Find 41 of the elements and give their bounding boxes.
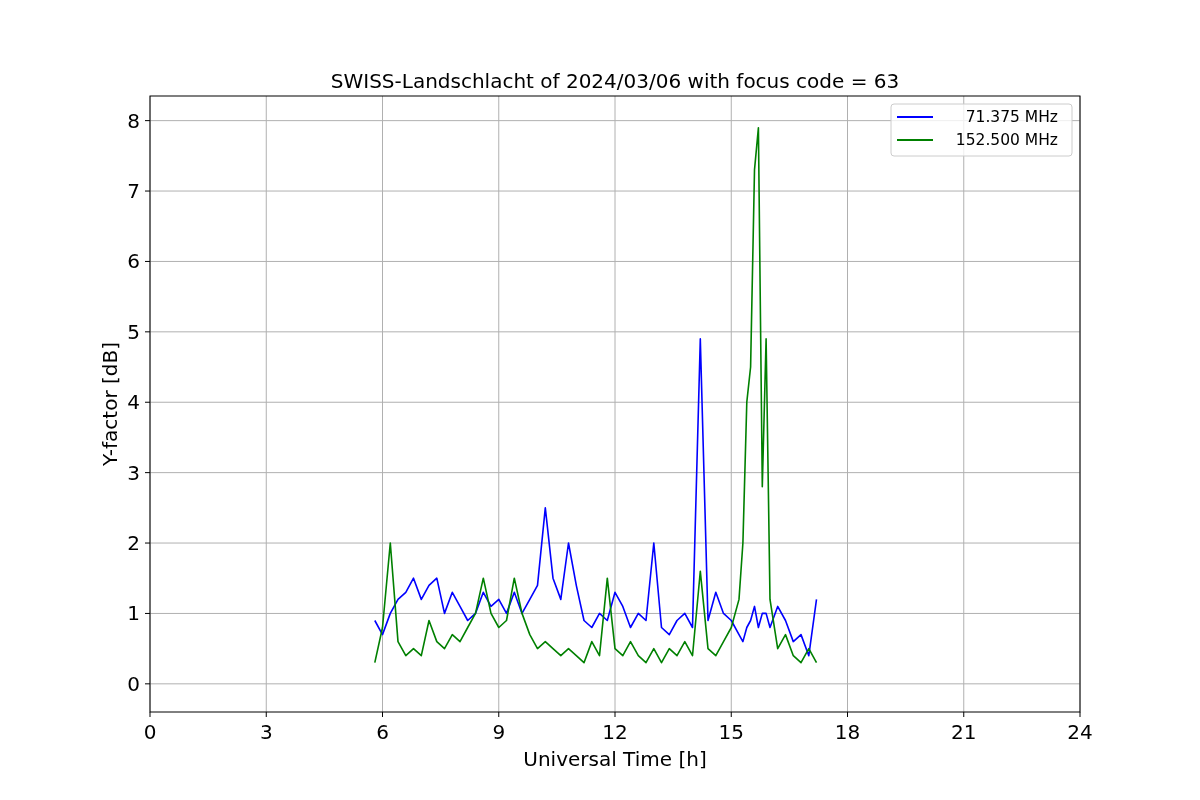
- y-tick-label: 0: [127, 671, 140, 696]
- tick-mark: [265, 711, 267, 718]
- chart-title: SWISS-Landschlacht of 2024/03/06 with focus code = 63: [330, 69, 900, 93]
- x-tick-label: 9: [492, 720, 506, 744]
- tick-mark: [144, 120, 151, 122]
- tick-mark: [382, 711, 383, 718]
- y-tick-label: 7: [127, 179, 140, 204]
- tick-mark: [614, 711, 616, 718]
- x-axis-label: Universal Time [h]: [523, 747, 707, 771]
- y-tick-label: 5: [127, 319, 140, 344]
- y-tick-label: 6: [127, 249, 140, 274]
- tick-mark: [144, 542, 151, 544]
- y-tick-label: 2: [127, 531, 140, 556]
- x-tick-label: 6: [376, 720, 389, 744]
- legend-label: 152.500 MHz: [955, 131, 1058, 149]
- y-tick-label: 3: [127, 460, 140, 485]
- tick-mark: [144, 472, 151, 474]
- x-tick-label: 18: [834, 720, 861, 744]
- tick-mark: [144, 683, 151, 685]
- y-tick-label: 1: [127, 601, 140, 626]
- tick-mark: [149, 711, 151, 718]
- tick-mark: [144, 612, 151, 614]
- y-tick-label: 4: [127, 390, 140, 415]
- x-tick-label: 3: [259, 720, 273, 744]
- tick-mark: [963, 711, 965, 718]
- tick-mark: [1079, 711, 1081, 718]
- x-tick-label: 24: [1067, 720, 1093, 744]
- x-tick-label: 0: [143, 720, 157, 744]
- tick-mark: [498, 711, 500, 718]
- tick-mark: [144, 260, 151, 262]
- tick-mark: [144, 401, 151, 403]
- tick-mark: [730, 711, 732, 718]
- x-tick-label: 15: [718, 720, 744, 744]
- tick-mark: [144, 331, 151, 333]
- y-tick-label: 8: [127, 108, 140, 133]
- y-axis-label: Y-factor [dB]: [98, 342, 122, 466]
- legend-label: 71.375 MHz: [965, 108, 1058, 126]
- x-tick-label: 12: [602, 720, 628, 744]
- tick-mark: [144, 190, 151, 192]
- tick-mark: [847, 711, 848, 718]
- x-tick-label: 21: [951, 720, 977, 744]
